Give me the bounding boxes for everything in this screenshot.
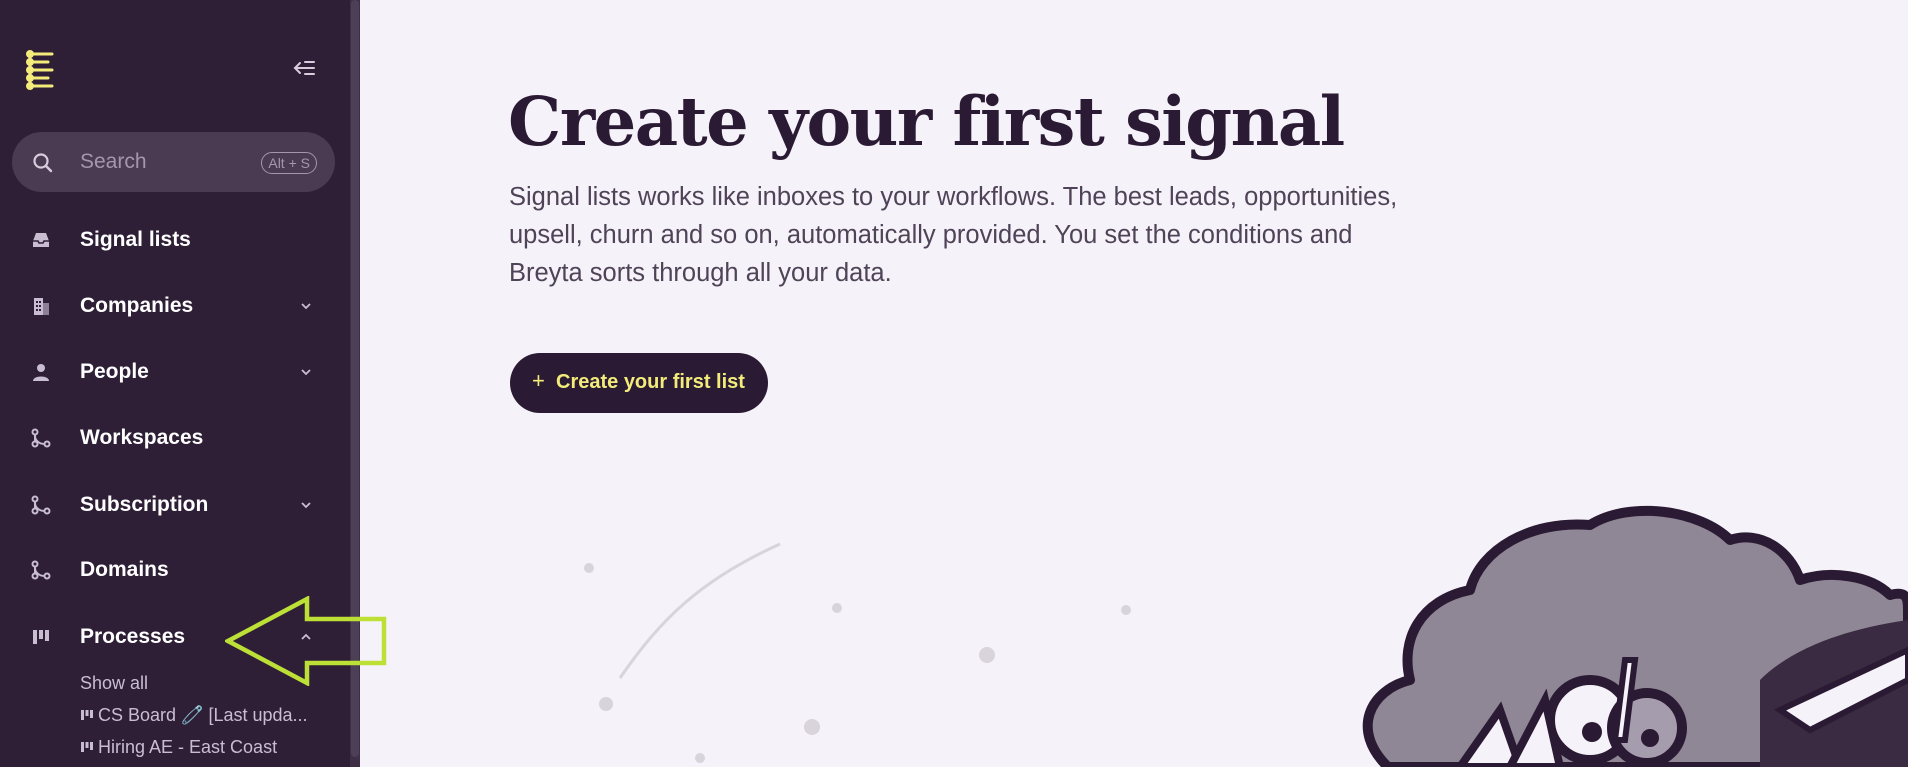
sidebar-item-subscription[interactable]: Subscription [0, 483, 340, 527]
sidebar-item-domains[interactable]: Domains [0, 548, 340, 592]
processes-show-all-link[interactable]: Show all [80, 673, 148, 694]
building-icon [34, 298, 49, 315]
sidebar-item-label: People [80, 360, 149, 383]
empty-state-illustration [584, 505, 1908, 767]
search-icon [33, 153, 53, 173]
page-title: Create your first signal [508, 82, 1345, 161]
process-board-label: Hiring AE - East Coast [98, 737, 278, 757]
chevron-down-icon[interactable] [298, 298, 314, 314]
breyta-logo[interactable] [26, 50, 56, 90]
page-description: Signal lists works like inboxes to your … [509, 183, 1398, 287]
sidebar-item-workspaces[interactable]: Workspaces [0, 416, 340, 460]
create-first-list-button[interactable]: + Create your first list [510, 353, 768, 413]
sidebar-item-label: Subscription [80, 493, 209, 516]
sidebar-item-label: Companies [80, 294, 194, 317]
collapse-sidebar-icon[interactable] [292, 56, 318, 80]
board-icon [81, 742, 93, 752]
process-board-item[interactable]: CS Board 🧷 [Last upda... [80, 705, 308, 726]
sidebar-item-signal-lists[interactable]: Signal lists [0, 218, 340, 262]
inbox-icon [33, 233, 49, 247]
board-icon [81, 710, 93, 720]
process-board-item[interactable]: Hiring AE - East Coast [80, 737, 277, 758]
sidebar-item-people[interactable]: People [0, 350, 340, 394]
sidebar-item-label: Processes [80, 625, 186, 648]
search-bar[interactable]: Search Alt + S [12, 132, 335, 192]
branch-icon [31, 495, 51, 515]
plus-icon: + [532, 368, 545, 393]
create-button-label: Create your first list [556, 371, 745, 393]
search-placeholder: Search [80, 150, 147, 173]
person-icon [33, 364, 49, 381]
sidebar-item-companies[interactable]: Companies [0, 284, 340, 328]
sidebar-item-label: Domains [80, 558, 169, 581]
process-board-label: CS Board 🧷 [Last upda... [98, 705, 308, 725]
branch-icon [31, 560, 51, 580]
chevron-down-icon[interactable] [298, 497, 314, 513]
chevron-down-icon[interactable] [298, 364, 314, 380]
search-shortcut-badge: Alt + S [261, 152, 317, 174]
branch-icon [31, 428, 51, 448]
sidebar-item-label: Signal lists [80, 228, 191, 251]
sidebar-item-label: Workspaces [80, 426, 204, 449]
board-icon [33, 630, 49, 644]
